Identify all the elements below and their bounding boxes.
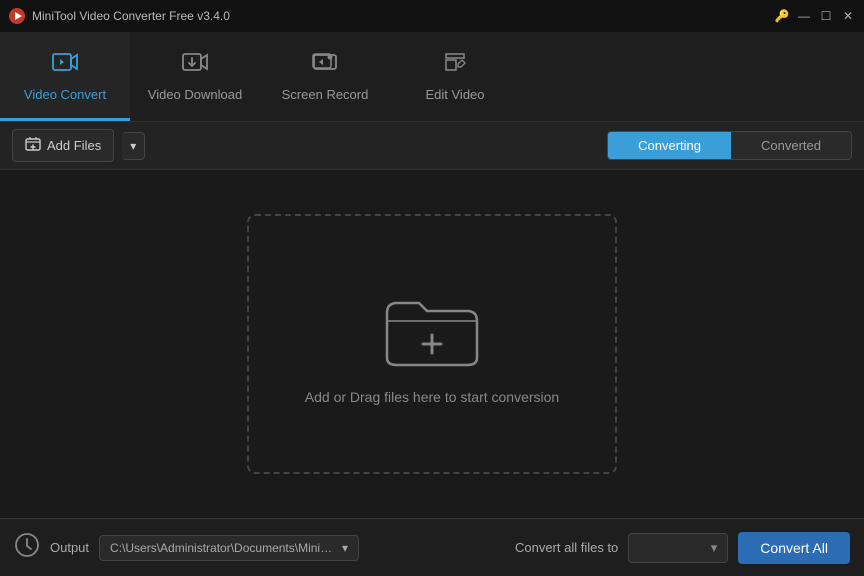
settings-btn[interactable]: 🔑 [774,8,790,24]
screen-record-icon [311,48,339,81]
output-label: Output [50,540,89,555]
title-bar: MiniTool Video Converter Free v3.4.0 🔑 —… [0,0,864,32]
output-path-text: C:\Users\Administrator\Documents\MiniToo… [110,541,336,555]
maximize-icon: ☐ [821,9,832,23]
folder-icon [377,283,487,373]
tab-converting-button[interactable]: Converting [608,132,731,159]
nav-bar: Video Convert Video Download Screen Reco… [0,32,864,122]
output-path-selector[interactable]: C:\Users\Administrator\Documents\MiniToo… [99,535,359,561]
toolbar: Add Files ▾ Converting Converted [0,122,864,170]
app-logo-icon [8,7,26,25]
maximize-btn[interactable]: ☐ [818,8,834,24]
add-files-dropdown-button[interactable]: ▾ [122,132,145,160]
nav-item-edit-video[interactable]: Edit Video [390,32,520,121]
minimize-btn[interactable]: — [796,8,812,24]
nav-item-video-download[interactable]: Video Download [130,32,260,121]
dropdown-chevron-icon: ▾ [130,139,136,153]
tab-converted-button[interactable]: Converted [731,132,851,159]
drop-zone[interactable]: Add or Drag files here to start conversi… [247,214,617,474]
nav-item-video-convert[interactable]: Video Convert [0,32,130,121]
bottom-bar: Output C:\Users\Administrator\Documents\… [0,518,864,576]
video-convert-icon [51,48,79,81]
settings-icon: 🔑 [775,9,790,23]
clock-icon [14,532,40,564]
nav-label-edit-video: Edit Video [425,87,484,102]
drop-text: Add or Drag files here to start conversi… [305,389,559,405]
format-dropdown[interactable]: ▾ [628,533,728,563]
close-btn[interactable]: ✕ [840,8,856,24]
output-path-chevron-icon: ▾ [342,541,348,555]
add-files-button[interactable]: Add Files [12,129,114,162]
title-bar-left: MiniTool Video Converter Free v3.4.0 [8,7,230,25]
nav-label-screen-record: Screen Record [282,87,369,102]
nav-item-screen-record[interactable]: Screen Record [260,32,390,121]
close-icon: ✕ [843,9,853,23]
format-dropdown-chevron-icon: ▾ [711,540,718,556]
video-download-icon [181,48,209,81]
nav-label-video-convert: Video Convert [24,87,106,102]
main-content: Add or Drag files here to start conversi… [0,170,864,518]
convert-all-files-to-label: Convert all files to [515,540,618,555]
edit-video-icon [441,48,469,81]
window-controls: 🔑 — ☐ ✕ [774,8,856,24]
nav-label-video-download: Video Download [148,87,242,102]
minimize-icon: — [798,9,810,23]
convert-all-button[interactable]: Convert All [738,532,850,564]
tab-toggle: Converting Converted [607,131,852,160]
add-files-icon [25,136,41,155]
add-files-label: Add Files [47,138,101,153]
app-title: MiniTool Video Converter Free v3.4.0 [32,9,230,23]
